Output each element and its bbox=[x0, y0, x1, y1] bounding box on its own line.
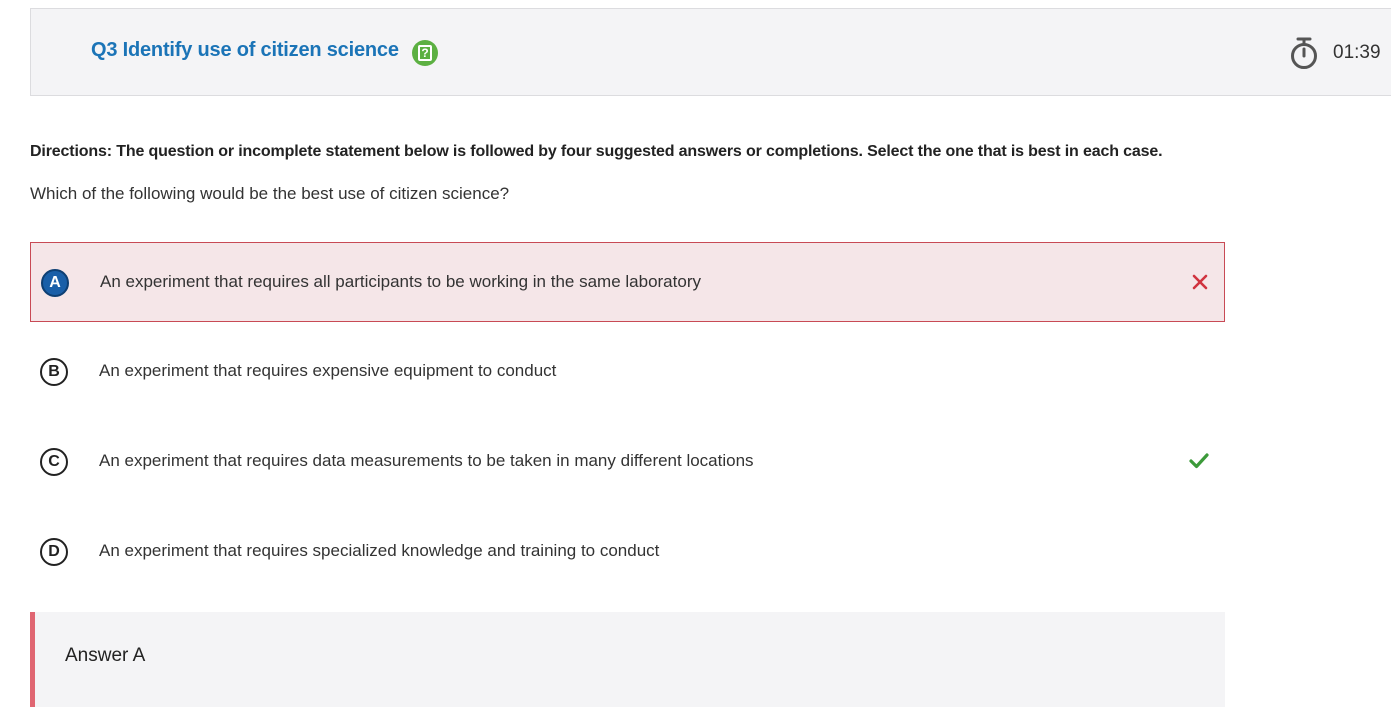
timer-readout: 01:39 bbox=[1333, 42, 1381, 63]
option-letter-badge: B bbox=[40, 358, 68, 386]
option-d[interactable]: D An experiment that requires specialize… bbox=[30, 512, 1225, 592]
option-text: An experiment that requires all particip… bbox=[100, 272, 701, 291]
option-letter-badge: C bbox=[40, 448, 68, 476]
option-c[interactable]: C An experiment that requires data measu… bbox=[30, 422, 1225, 502]
x-icon bbox=[1192, 274, 1208, 290]
option-text: An experiment that requires data measure… bbox=[99, 451, 754, 470]
answer-feedback-box: Answer A bbox=[30, 612, 1225, 707]
option-letter-badge: D bbox=[40, 538, 68, 566]
question-text: Which of the following would be the best… bbox=[30, 184, 510, 203]
question-title: Q3 Identify use of citizen science bbox=[91, 39, 399, 61]
answer-label: Answer A bbox=[65, 645, 146, 666]
option-b[interactable]: B An experiment that requires expensive … bbox=[30, 332, 1225, 412]
help-icon[interactable]: ? bbox=[412, 40, 438, 66]
option-text: An experiment that requires expensive eq… bbox=[99, 361, 557, 380]
directions-text: Directions: The question or incomplete s… bbox=[30, 143, 1163, 160]
option-text: An experiment that requires specialized … bbox=[99, 541, 660, 560]
option-letter-badge: A bbox=[41, 269, 69, 297]
stopwatch-icon bbox=[1291, 37, 1317, 69]
check-icon bbox=[1189, 453, 1209, 469]
option-a[interactable]: A An experiment that requires all partic… bbox=[30, 242, 1225, 322]
question-header: Q3 Identify use of citizen science ? 01:… bbox=[30, 8, 1391, 96]
